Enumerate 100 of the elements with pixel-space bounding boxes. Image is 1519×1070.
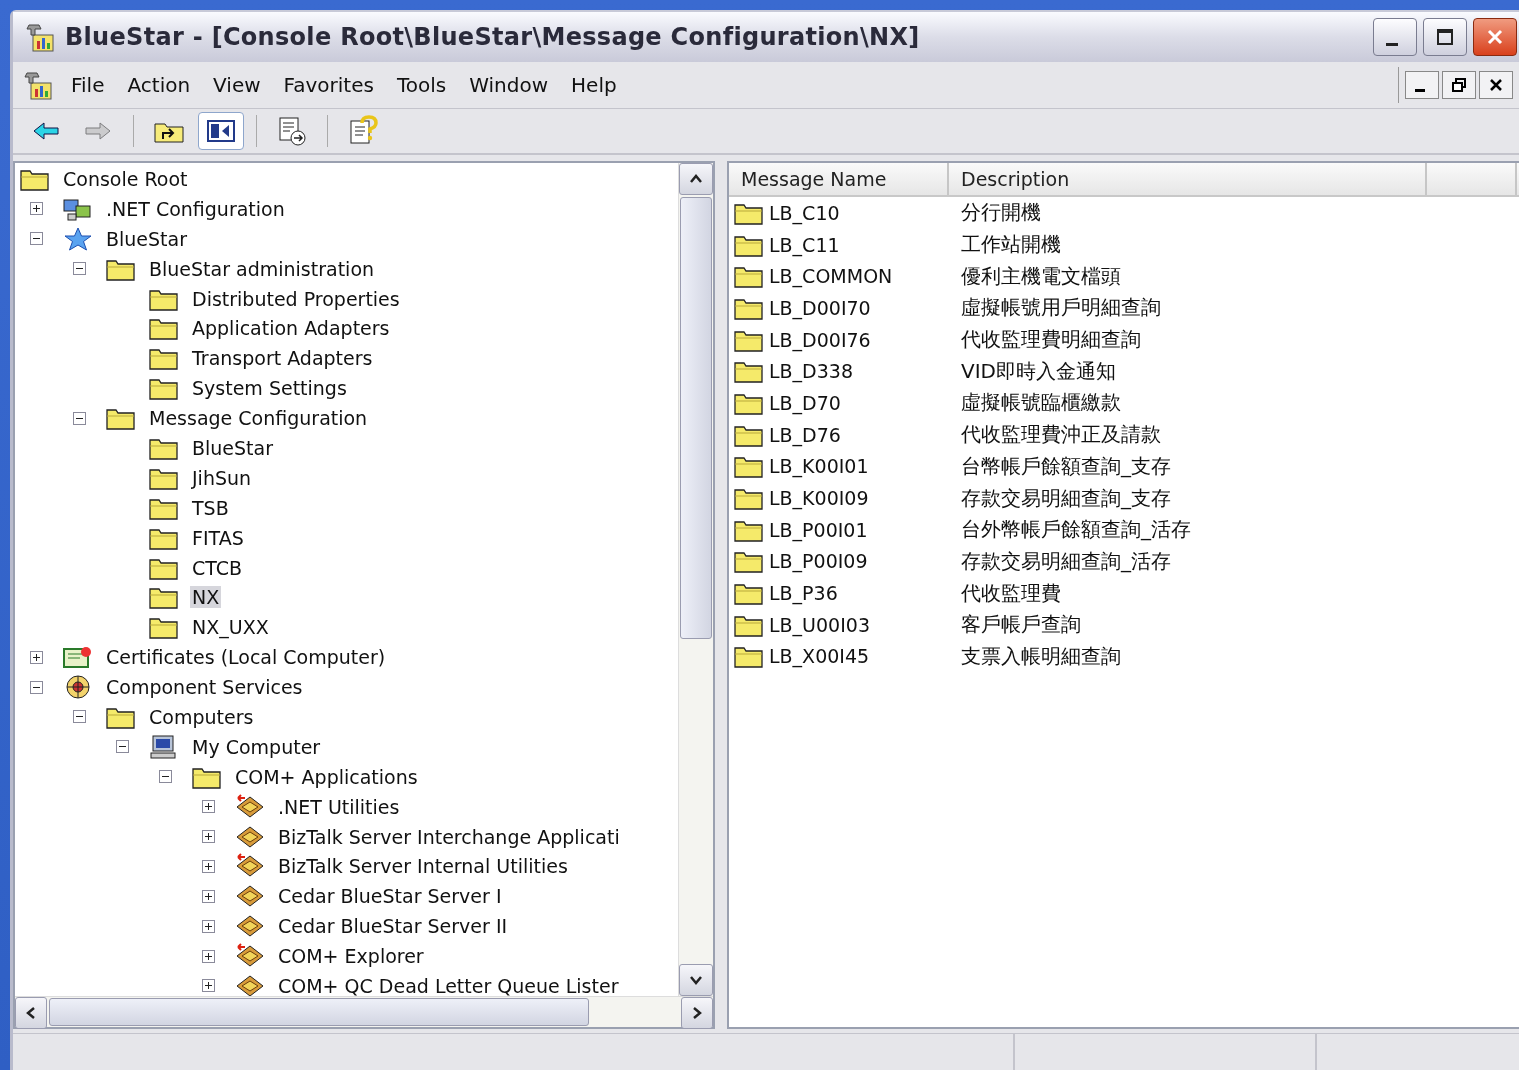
maximize-icon [1435, 27, 1455, 47]
close-icon [1485, 27, 1505, 47]
package-icon [234, 973, 266, 996]
message-name[interactable]: LB_K00I01 [769, 455, 869, 478]
collapse-icon[interactable] [73, 411, 86, 425]
minimize-button[interactable] [1405, 71, 1439, 99]
message-description: 分行開機 [961, 199, 1041, 227]
tree-item[interactable]: .NET Utilities [276, 795, 402, 818]
message-description: 存款交易明細查詢_支存 [961, 484, 1171, 512]
expand-icon[interactable] [30, 202, 43, 216]
message-name[interactable]: LB_C10 [769, 201, 840, 224]
maximize-button[interactable] [1423, 18, 1467, 56]
vertical-scrollbar[interactable] [678, 163, 713, 996]
tree-item[interactable]: BizTalk Server Interchange Applicati [276, 825, 622, 848]
tree-item[interactable]: JihSun [190, 466, 254, 489]
tree-item[interactable]: Component Services [104, 676, 305, 699]
message-description: 客戶帳戶查詢 [961, 611, 1081, 639]
tree-item[interactable]: Cedar BlueStar Server II [276, 915, 510, 938]
collapse-icon[interactable] [73, 710, 86, 724]
tree-item[interactable]: Cedar BlueStar Server I [276, 885, 504, 908]
menu-item[interactable]: Favorites [277, 73, 391, 97]
message-name[interactable]: LB_D70 [769, 391, 841, 414]
close-button[interactable] [1473, 18, 1517, 56]
star-icon [62, 225, 94, 252]
message-name[interactable]: LB_P00I09 [769, 550, 868, 573]
tree-item[interactable]: BizTalk Server Internal Utilities [276, 855, 570, 878]
minimize-icon [1386, 42, 1398, 46]
expand-icon[interactable] [202, 949, 215, 963]
message-name[interactable]: LB_D76 [769, 423, 841, 446]
menu-item[interactable]: View [207, 73, 278, 97]
message-description: 虛擬帳號臨櫃繳款 [961, 389, 1121, 417]
message-description: 優利主機電文檔頭 [961, 262, 1121, 290]
tree-item[interactable]: Certificates (Local Computer) [104, 646, 388, 669]
tree-button[interactable] [198, 112, 244, 150]
collapse-icon[interactable] [116, 740, 129, 754]
message-description: 台幣帳戶餘額查詢_支存 [961, 452, 1171, 480]
expand-icon[interactable] [30, 650, 43, 664]
tree-item[interactable]: NX [190, 586, 222, 609]
collapse-icon[interactable] [30, 680, 43, 694]
expand-icon[interactable] [202, 889, 215, 903]
restore-button[interactable] [1442, 71, 1476, 99]
message-description: 存款交易明細查詢_活存 [961, 547, 1171, 575]
message-name[interactable]: LB_P00I01 [769, 518, 868, 541]
tree-item[interactable]: My Computer [190, 735, 323, 758]
minimize-icon [1415, 88, 1425, 92]
tree-item[interactable]: Computers [147, 705, 256, 728]
tree-item[interactable]: BlueStar [190, 436, 275, 459]
window-title: BlueStar - [Console Root\BlueStar\Message Configuration\NX] [65, 23, 920, 51]
tree-item[interactable]: COM+ QC Dead Letter Queue Lister [276, 975, 621, 996]
close-icon [1488, 77, 1504, 93]
tree-item[interactable]: Distributed Properties [190, 287, 402, 310]
message-name[interactable]: LB_K00I09 [769, 487, 869, 510]
tree-item[interactable]: Application Adapters [190, 317, 392, 340]
menu-item[interactable]: Window [463, 73, 566, 97]
tree-item[interactable]: COM+ Explorer [276, 945, 426, 968]
message-description: 台外幣帳戶餘額查詢_活存 [961, 516, 1191, 544]
tree-item[interactable]: BlueStar administration [147, 257, 377, 280]
horizontal-scrollbar[interactable] [15, 996, 713, 1027]
column-header[interactable]: Description [949, 163, 1427, 195]
menu-item[interactable]: Tools [390, 73, 464, 97]
message-name[interactable]: LB_D338 [769, 360, 853, 383]
tree-item[interactable]: System Settings [190, 377, 349, 400]
menu-item[interactable]: File [65, 73, 122, 97]
menu-item[interactable]: Action [121, 73, 208, 97]
tree-item[interactable]: TSB [190, 496, 231, 519]
expand-icon[interactable] [202, 859, 215, 873]
console-icon [25, 21, 57, 53]
message-description: 工作站開機 [961, 231, 1061, 259]
collapse-icon[interactable] [30, 232, 43, 246]
expand-icon[interactable] [202, 979, 215, 993]
message-name[interactable]: LB_C11 [769, 233, 840, 256]
message-description: 代收監理費 [961, 579, 1061, 607]
expand-icon[interactable] [202, 919, 215, 933]
message-name[interactable]: LB_D00I76 [769, 328, 871, 351]
tree-item[interactable]: FITAS [190, 526, 246, 549]
collapse-icon[interactable] [73, 262, 86, 276]
expand-icon[interactable] [202, 830, 215, 844]
column-header[interactable]: Message Name [729, 163, 949, 195]
message-name[interactable]: LB_P36 [769, 582, 838, 605]
message-description: 支票入帳明細查詢 [961, 642, 1121, 670]
tree-item[interactable]: Transport Adapters [190, 347, 375, 370]
console-icon[interactable] [23, 69, 55, 101]
message-name[interactable]: LB_X00I45 [769, 645, 870, 668]
tree-item[interactable]: NX_UXX [190, 616, 271, 639]
tree-item[interactable]: Console Root [61, 167, 190, 190]
menu-item[interactable]: Help [565, 73, 634, 97]
tree-item[interactable]: BlueStar [104, 227, 189, 250]
collapse-icon[interactable] [159, 770, 172, 784]
tree-item[interactable]: CTCB [190, 556, 245, 579]
expand-icon[interactable] [202, 800, 215, 814]
restore-icon [1451, 77, 1467, 93]
message-name[interactable]: LB_D00I70 [769, 296, 871, 319]
message-name[interactable]: LB_U00I03 [769, 613, 870, 636]
tree-item[interactable]: COM+ Applications [233, 765, 420, 788]
tree-item[interactable]: .NET Configuration [104, 197, 287, 220]
minimize-button[interactable] [1373, 18, 1417, 56]
tree-item[interactable]: Message Configuration [147, 407, 370, 430]
message-name[interactable]: LB_COMMON [769, 265, 893, 288]
close-button[interactable] [1479, 71, 1513, 99]
message-description: 代收監理費沖正及請款 [961, 421, 1161, 449]
